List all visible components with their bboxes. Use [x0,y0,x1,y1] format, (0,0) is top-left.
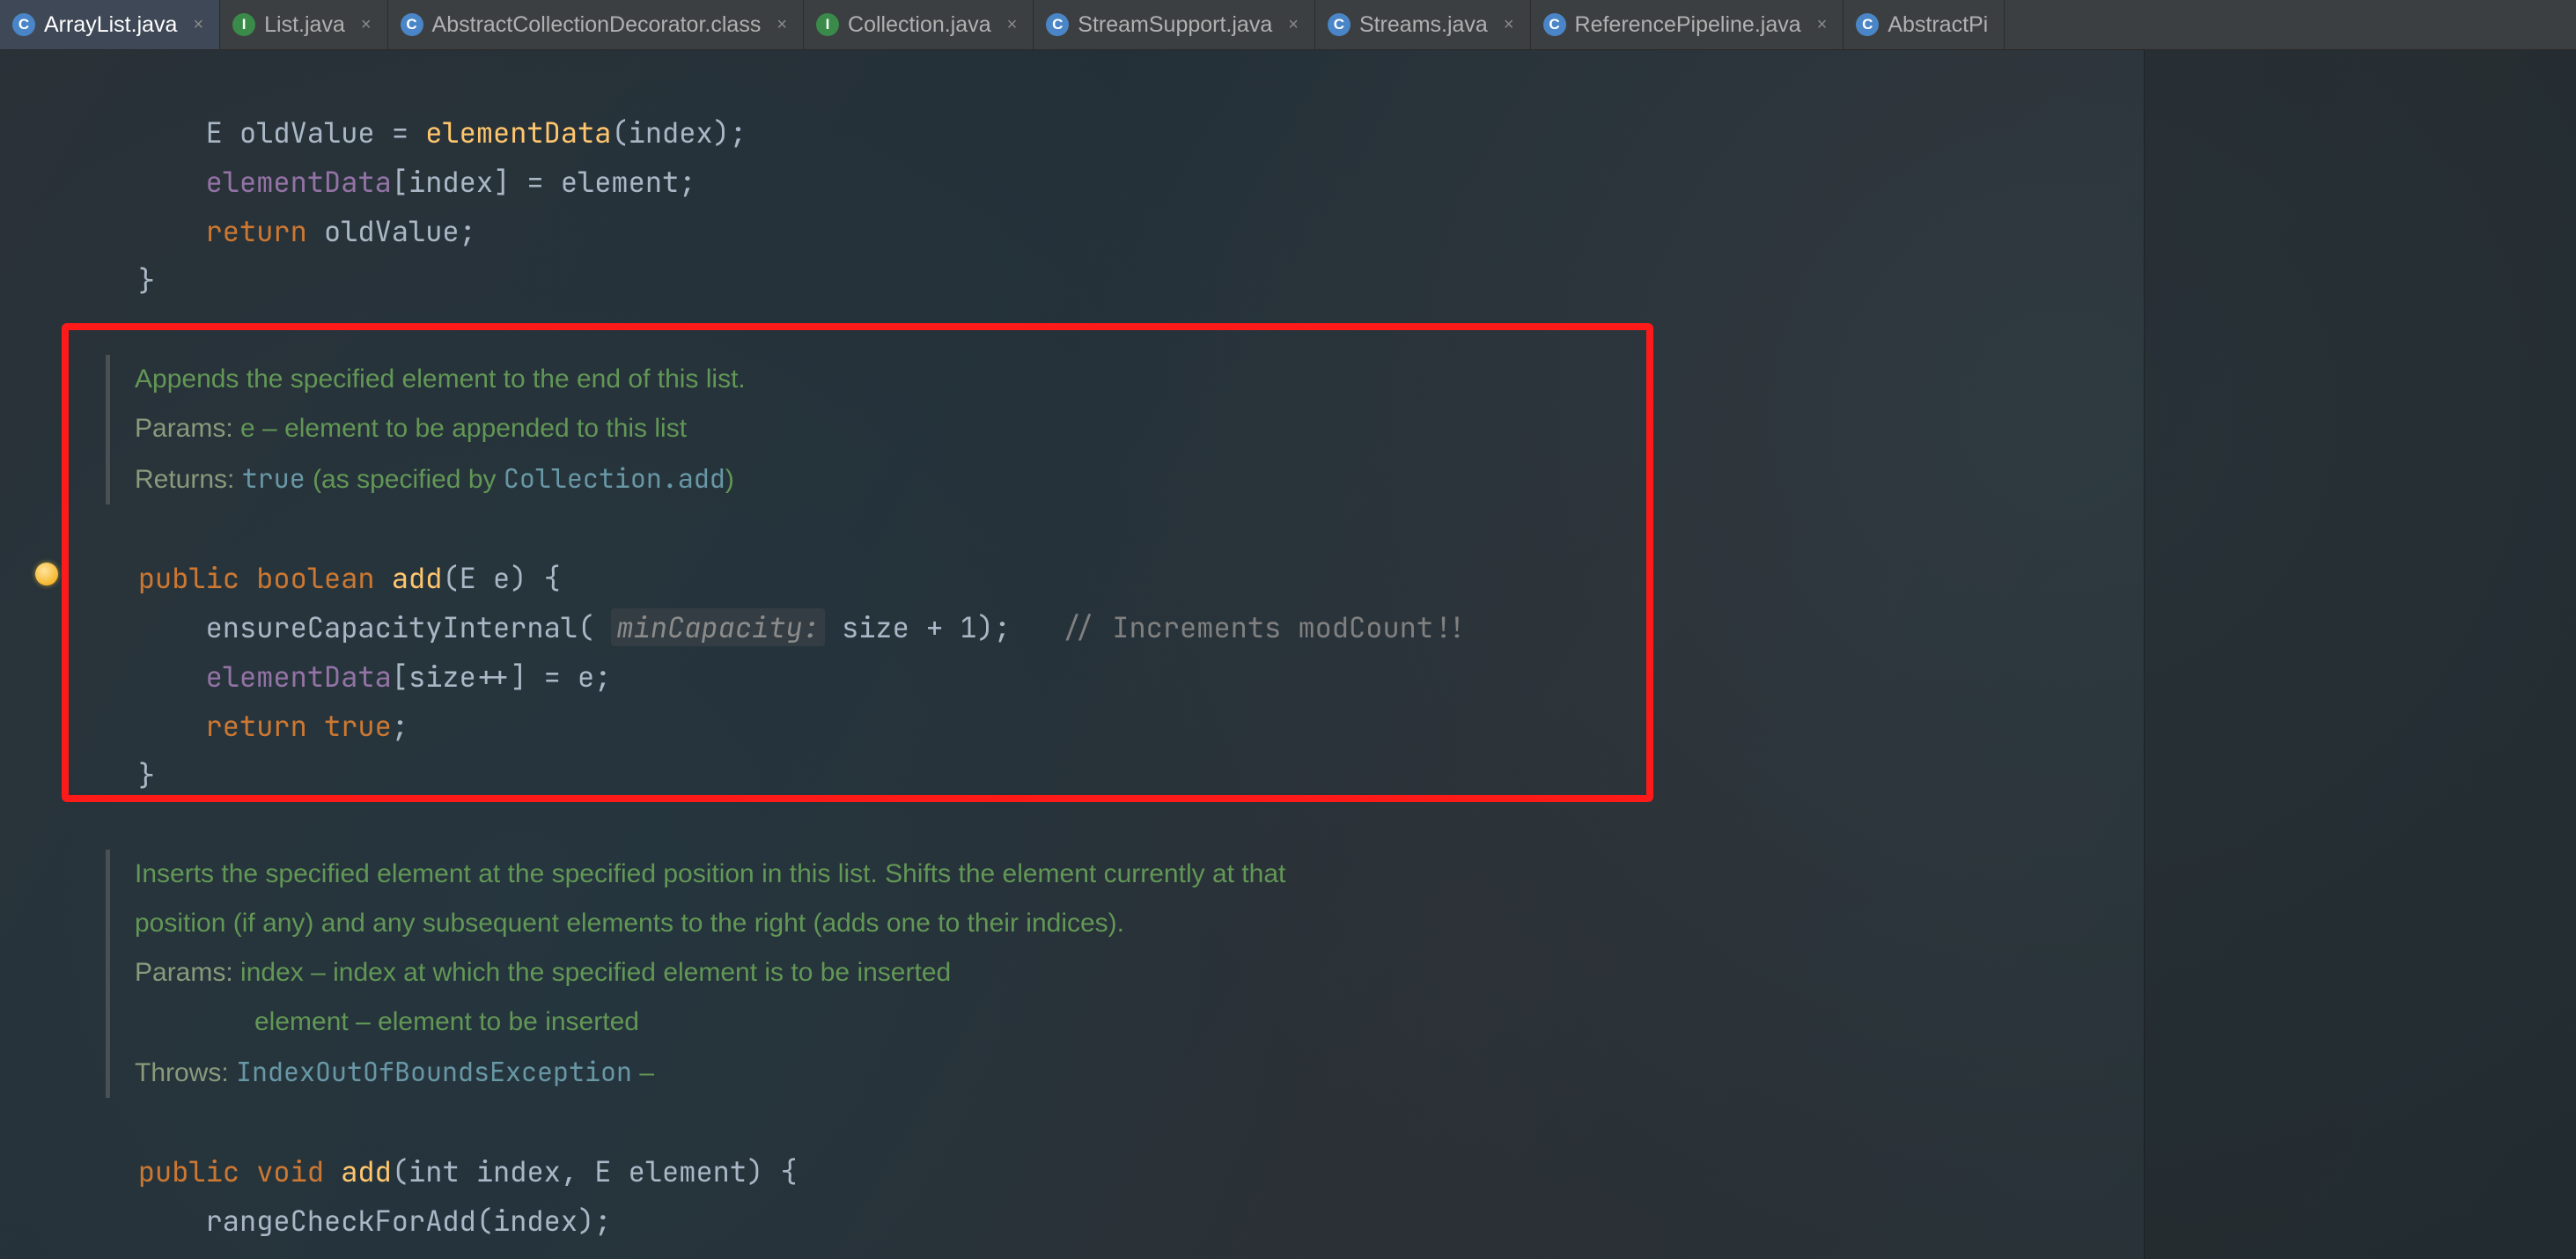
javadoc-summary: Appends the specified element to the end… [135,355,1631,404]
javadoc-param: e – element to be appended to this list [233,414,687,443]
code-editor[interactable]: E oldValue = elementData(index); element… [0,50,2576,1259]
inlay-hint: minCapacity: [611,608,824,646]
code-line: public void add(int index, E element) { [70,1152,798,1190]
close-icon[interactable]: × [1504,15,1514,35]
tab-abstractcollectiondecorator[interactable]: C AbstractCollectionDecorator.class × [388,0,804,49]
tab-label: StreamSupport.java [1078,12,1272,38]
close-icon[interactable]: × [776,15,787,35]
class-icon: C [1328,13,1351,36]
code-line: public boolean add(E e) { [70,559,561,597]
tab-label: List.java [264,12,345,38]
javadoc-summary: position (if any) and any subsequent ele… [135,899,1508,948]
intention-bulb-icon[interactable] [35,563,58,585]
code-line: elementData[index] = element; [70,163,696,201]
tab-label: Collection.java [848,12,991,38]
class-icon: C [1046,13,1069,36]
tab-streamsupport[interactable]: C StreamSupport.java × [1034,0,1315,49]
tab-label: AbstractPi [1888,12,1988,38]
blank-line [70,1251,87,1259]
javadoc-param: index – index at which the specified ele… [233,958,951,987]
tab-label: AbstractCollectionDecorator.class [432,12,762,38]
javadoc-link[interactable]: Collection.add [504,460,725,496]
javadoc-returns-label: Returns: [135,465,234,494]
javadoc-param: element – element to be inserted [254,1007,639,1036]
tab-arraylist[interactable]: C ArrayList.java × [0,0,220,49]
interface-icon: I [232,13,255,36]
close-icon[interactable]: × [1288,15,1299,35]
blank-line [70,311,87,349]
code-line: elementData[size++] = e; [70,658,611,696]
close-icon[interactable]: × [361,15,372,35]
close-icon[interactable]: × [193,15,203,35]
class-icon: C [1543,13,1566,36]
code-line: } [70,261,155,299]
code-line: return true; [70,707,408,745]
interface-icon: I [816,13,839,36]
tab-label: ArrayList.java [44,12,177,38]
tab-abstractpi[interactable]: C AbstractPi [1844,0,2005,49]
javadoc-params-label: Params: [135,958,233,987]
javadoc-return-value: true [242,460,305,496]
class-icon: C [401,13,423,36]
class-icon: C [12,13,35,36]
javadoc-params-label: Params: [135,414,233,443]
javadoc-throws-label: Throws: [135,1058,229,1087]
javadoc-link[interactable]: IndexOutOfBoundsException [236,1054,632,1089]
blank-line [70,806,87,843]
close-icon[interactable]: × [1007,15,1018,35]
code-content[interactable]: E oldValue = elementData(index); element… [70,59,2541,1259]
code-line: ensureCapacityInternal( minCapacity: siz… [70,608,1467,646]
tab-referencepipeline[interactable]: C ReferencePipeline.java × [1531,0,1844,49]
class-icon: C [1856,13,1879,36]
javadoc-block: Appends the specified element to the end… [106,355,1631,504]
tab-collection[interactable]: I Collection.java × [804,0,1034,49]
tab-list[interactable]: I List.java × [220,0,387,49]
javadoc-block: Inserts the specified element at the spe… [106,850,1508,1098]
code-line: return oldValue; [70,212,476,250]
tab-label: Streams.java [1359,12,1488,38]
code-line: } [70,756,155,794]
tab-streams[interactable]: C Streams.java × [1315,0,1531,49]
javadoc-summary: Inserts the specified element at the spe… [135,850,1508,899]
code-line: E oldValue = elementData(index); [70,114,747,151]
code-line: rangeCheckForAdd(index); [70,1202,611,1240]
editor-tab-bar: C ArrayList.java × I List.java × C Abstr… [0,0,2576,50]
close-icon[interactable]: × [1817,15,1828,35]
tab-label: ReferencePipeline.java [1575,12,1801,38]
